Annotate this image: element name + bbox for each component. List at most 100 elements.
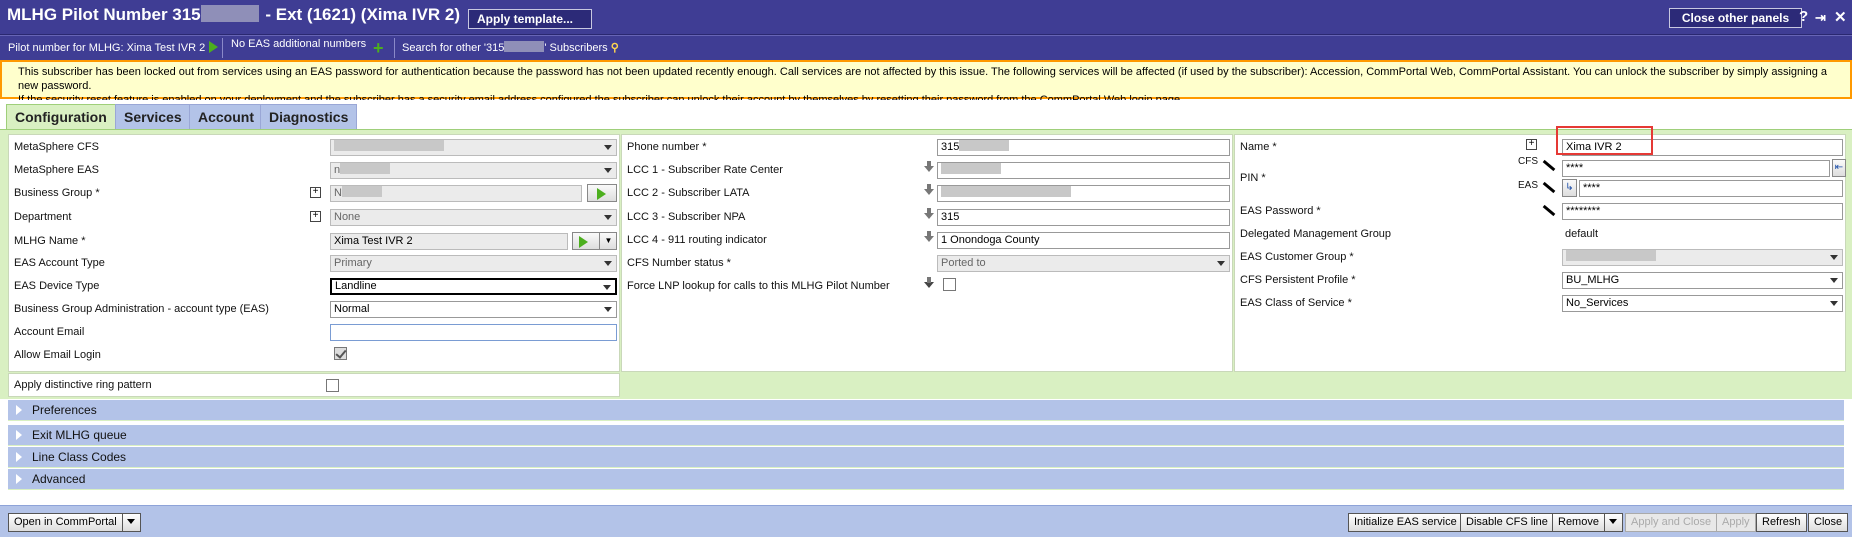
lcc1-input[interactable] (937, 162, 1230, 179)
initialize-eas-button[interactable]: Initialize EAS service (1348, 513, 1463, 532)
lcc3-label: LCC 3 - Subscriber NPA (627, 211, 746, 223)
eas-password-label: EAS Password * (1240, 205, 1321, 217)
redacted-value (334, 140, 444, 151)
search-subscribers-link[interactable]: Search for other '315 ' Subscribers ⚲ (402, 36, 619, 60)
apply-button[interactable]: Apply (1716, 513, 1756, 532)
eas-customer-group-select[interactable] (1562, 249, 1843, 266)
distinctive-ring-checkbox[interactable] (326, 379, 339, 392)
redacted-value (941, 163, 1001, 174)
tab-services[interactable]: Services (115, 104, 191, 130)
close-icon[interactable]: ✕ (1834, 8, 1847, 26)
eas-password-input[interactable]: ******** (1562, 203, 1843, 220)
highlight-box (1556, 126, 1653, 155)
allow-email-login-checkbox[interactable] (334, 347, 347, 360)
distinctive-ring-row: Apply distinctive ring pattern (8, 373, 620, 397)
apply-template-label: Apply template... (477, 12, 574, 26)
department-select[interactable]: None (330, 209, 617, 226)
phone-number-input[interactable]: 315 (937, 139, 1230, 156)
apply-template-button[interactable]: Apply template... ▼ (468, 9, 592, 43)
edit-pin-eas-icon[interactable] (1542, 181, 1556, 194)
chevron-down-icon[interactable] (1603, 514, 1617, 531)
search-icon: ⚲ (610, 42, 619, 54)
mlhg-name-label: MLHG Name * (14, 235, 86, 247)
bg-admin-account-type-select[interactable]: Normal (330, 301, 617, 318)
lockout-warning-banner: This subscriber has been locked out from… (0, 60, 1852, 106)
pin-cfs-input[interactable]: **** (1562, 160, 1830, 177)
title-suffix: - Ext (1621) (Xima IVR 2) (260, 5, 460, 24)
pilot-number-link[interactable]: Pilot number for MLHG: Xima Test IVR 2 (8, 36, 219, 60)
eas-account-type-select[interactable]: Primary (330, 255, 617, 272)
section-advanced[interactable]: Advanced (8, 469, 1844, 490)
go-arrow-icon (597, 188, 606, 200)
refresh-button[interactable]: Refresh (1756, 513, 1807, 532)
force-lnp-checkbox[interactable] (943, 278, 956, 291)
eas-account-type-label: EAS Account Type (14, 257, 105, 269)
phone-number-value: 315 (941, 141, 960, 153)
lcc2-input[interactable] (937, 185, 1230, 202)
edit-pin-cfs-icon[interactable] (1542, 159, 1556, 172)
section-exit-mlhg-queue[interactable]: Exit MLHG queue (8, 425, 1844, 446)
cfs-tag: CFS (1518, 156, 1538, 167)
name-label: Name * (1240, 141, 1277, 153)
go-arrow-icon (579, 236, 588, 248)
eas-device-type-select[interactable]: Landline (330, 278, 617, 295)
tab-configuration[interactable]: Configuration (6, 104, 116, 131)
add-name-icon[interactable]: + (1526, 139, 1537, 150)
inherit-arrow-icon[interactable] (924, 208, 934, 219)
lightning-icon (924, 277, 934, 288)
copy-pin-icon[interactable]: ↳ (1562, 179, 1577, 197)
metasphere-cfs-label: MetaSphere CFS (14, 141, 99, 153)
business-group-field[interactable]: N (330, 185, 582, 202)
cfs-persistent-profile-label: CFS Persistent Profile * (1240, 274, 1356, 286)
search-prefix: Search for other '315 (402, 42, 505, 54)
chevron-down-icon[interactable] (121, 514, 135, 531)
edit-password-icon[interactable] (1542, 204, 1556, 217)
account-email-input[interactable] (330, 324, 617, 341)
mlhg-name-go-button[interactable]: ▼ (572, 232, 617, 250)
allow-email-login-label: Allow Email Login (14, 349, 101, 361)
inherit-arrow-icon[interactable] (924, 231, 934, 242)
tab-diagnostics[interactable]: Diagnostics (260, 104, 358, 130)
configuration-panel: MetaSphere CFS MetaSphere EAS n Business… (0, 126, 1852, 421)
pin-eas-input[interactable]: **** (1579, 180, 1843, 197)
business-group-label: Business Group * (14, 187, 100, 199)
add-business-group-icon[interactable]: + (310, 187, 321, 198)
cfs-number-status-select[interactable]: Ported to (937, 255, 1230, 272)
bg-admin-account-type-label: Business Group Administration - account … (14, 303, 269, 315)
redacted-value (1566, 250, 1656, 261)
add-icon[interactable]: + (373, 36, 384, 60)
metasphere-cfs-select[interactable] (330, 139, 617, 156)
open-in-commportal-button[interactable]: Open in CommPortal (8, 513, 141, 532)
section-line-class-codes[interactable]: Line Class Codes (8, 447, 1844, 468)
apply-and-close-button[interactable]: Apply and Close (1625, 513, 1718, 532)
footer-bar: Open in CommPortal Initialize EAS servic… (0, 505, 1852, 537)
eas-class-of-service-select[interactable]: No_Services (1562, 295, 1843, 312)
subscriber-context-bar: Pilot number for MLHG: Xima Test IVR 2 N… (0, 35, 1852, 60)
revert-icon[interactable]: ⇤ (1832, 159, 1846, 177)
lcc3-input[interactable]: 315 (937, 209, 1230, 226)
close-button[interactable]: Close (1808, 513, 1849, 532)
help-icon[interactable]: ? (1799, 8, 1808, 25)
lcc4-input[interactable]: 1 Onondoga County (937, 232, 1230, 249)
section-preferences[interactable]: Preferences (8, 400, 1844, 421)
cfs-number-status-label: CFS Number status * (627, 257, 731, 269)
inherit-arrow-icon[interactable] (924, 184, 934, 195)
mlhg-name-field[interactable]: Xima Test IVR 2 (330, 233, 568, 250)
lcc4-label: LCC 4 - 911 routing indicator (627, 234, 767, 246)
cfs-persistent-profile-select[interactable]: BU_MLHG (1562, 272, 1843, 289)
business-group-value: N (334, 187, 342, 199)
chevron-down-icon[interactable]: ▼ (599, 233, 617, 249)
inherit-arrow-icon[interactable] (924, 161, 934, 172)
close-other-panels-button[interactable]: Close other panels (1669, 8, 1802, 28)
tab-account[interactable]: Account (189, 104, 263, 130)
redacted-value (340, 163, 391, 174)
search-suffix: ' Subscribers (544, 42, 608, 54)
add-department-icon[interactable]: + (310, 211, 321, 222)
lcc2-label: LCC 2 - Subscriber LATA (627, 187, 750, 199)
disable-cfs-line-button[interactable]: Disable CFS line (1460, 513, 1554, 532)
business-group-go-button[interactable] (587, 184, 617, 202)
eas-numbers-text: No EAS additional numbers (231, 38, 367, 50)
pin-icon[interactable]: ⇥ (1815, 10, 1826, 26)
remove-button[interactable]: Remove (1552, 513, 1623, 532)
metasphere-eas-select[interactable]: n (330, 162, 617, 179)
